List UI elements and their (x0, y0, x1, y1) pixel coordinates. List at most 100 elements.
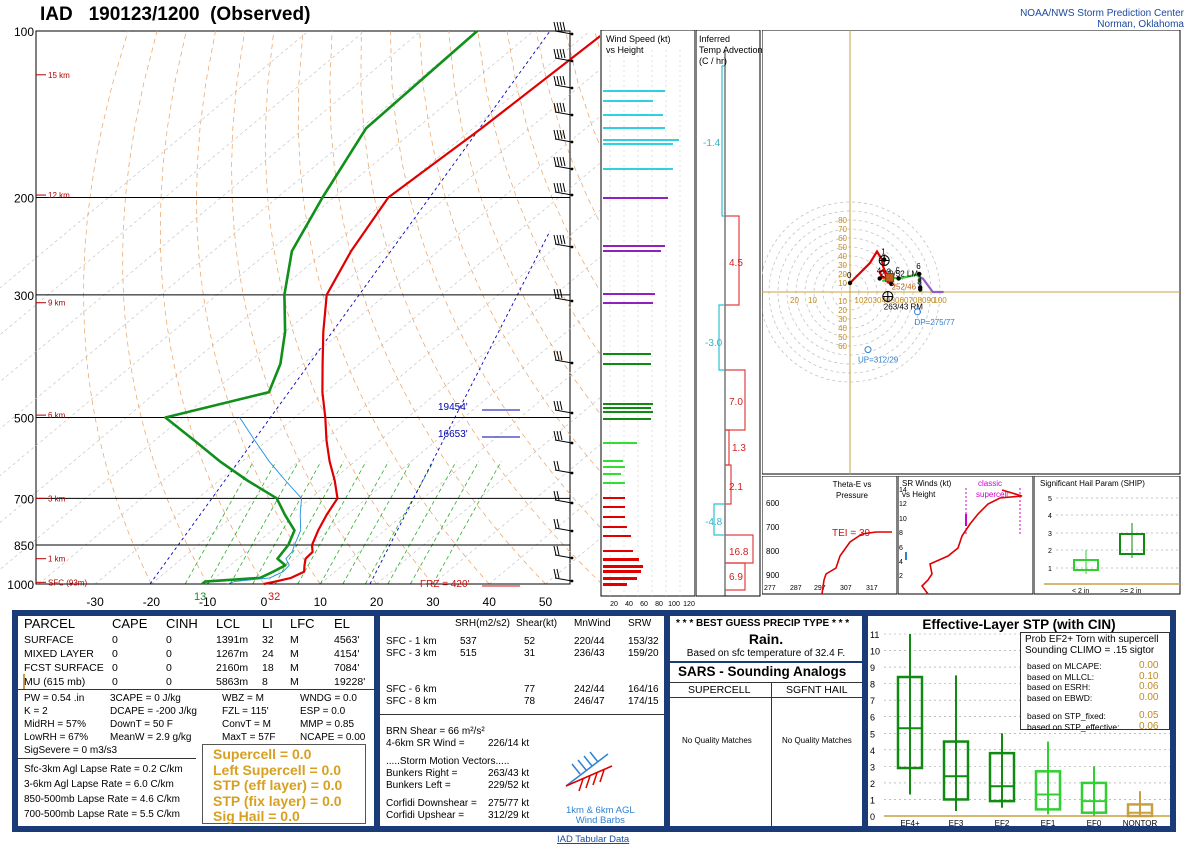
wind-barb-flag (553, 288, 557, 299)
shear-header: Shear(kt) (516, 618, 558, 629)
wind-speed-bar (603, 516, 625, 518)
skewt-labels: 1002003005007008501000-30 -20 -10 0 10 20 30 40… (7, 21, 574, 609)
kinematics-cell: 77 (524, 684, 536, 695)
wind-speed-bar (603, 526, 627, 528)
mixing-ratio-line (410, 461, 480, 585)
sars-col1-body: No Quality Matches (682, 736, 752, 745)
wind-barb-staff (554, 165, 573, 170)
pressure-label: 300 (14, 289, 34, 303)
hodograph-trace-high (919, 276, 944, 294)
ship-y-tick: 3 (1048, 531, 1052, 538)
pressure-label: 700 (14, 492, 34, 506)
stp-y-tick: 10 (870, 647, 880, 657)
index-value: WNDG = 0.0 (300, 693, 357, 704)
index-value: DownT = 50 F (110, 719, 173, 730)
stp-category-label: EF2 (995, 819, 1010, 828)
stp-based-value: 0.00 (1139, 660, 1159, 671)
sr-winds-title-line1: SR Winds (kt) (902, 479, 952, 488)
index-value: MMP = 0.85 (300, 719, 355, 730)
theta-e-x-tick: 287 (790, 585, 802, 592)
advection-value: 2.1 (729, 482, 743, 493)
wind-barb-flag (556, 75, 560, 86)
wind-speed-bar (603, 197, 668, 199)
wind-barb-flag (559, 400, 563, 411)
hodograph-frame (762, 30, 1181, 475)
li-header: LI (262, 616, 273, 631)
sr-wind-value: 226/14 kt (488, 738, 530, 749)
parcel-cell: 4154' (334, 648, 360, 660)
wind-speed-bar (603, 442, 637, 444)
sr-winds-y-tick: 4 (899, 559, 903, 566)
wind-barb-dot (570, 245, 574, 249)
temp-tick-label: 40 (483, 595, 497, 609)
parcel-cell: 18 (262, 662, 274, 674)
wind-barb-flag (562, 48, 566, 59)
tabular-data-link[interactable]: IAD Tabular Data (557, 834, 629, 845)
ship-chart: Significant Hail Param (SHIP) 5 4 3 2 1 < 2 in… (1034, 476, 1181, 595)
temp-advection-title-line2: Temp Advection (699, 45, 763, 55)
sr-winds-y-tick: 14 (899, 487, 907, 494)
composite-param: Sig Hail = 0.0 (213, 808, 300, 825)
index-value: WBZ = M (222, 693, 264, 704)
wind-speed-bar (603, 100, 653, 102)
wind-barb-staff (554, 359, 573, 364)
stp-based-row: based on EBWD: 0.00 (1027, 692, 1163, 704)
hodograph-x-tick-neg: 10 (808, 296, 817, 305)
wind-speed-bar (603, 466, 625, 468)
hodograph-y-tick: 40 (838, 324, 847, 333)
virtual-temp-line (263, 35, 600, 585)
agency-line1: NOAA/NWS Storm Prediction Center (1020, 8, 1184, 19)
theta-e-line (821, 531, 892, 595)
wind-speed-bar (603, 535, 631, 537)
index-value: MeanW = 2.9 g/kg (110, 732, 192, 743)
dry-adiabat (329, 30, 546, 585)
ship-title: Significant Hail Param (SHIP) (1040, 479, 1145, 488)
theta-e-x-tick: 277 (764, 585, 776, 592)
lapse-rate: 700-500mb Lapse Rate = 5.5 C/km (24, 809, 180, 820)
wind-barb-flag (553, 21, 557, 32)
kinematics-row: SFC - 8 km 78 246/47 174/15 (380, 696, 664, 708)
wind-barb-dot (570, 501, 574, 505)
dry-adiabat (506, 30, 600, 292)
parcel-panel: PARCEL CAPE CINH LCL LI LFC EL SURFACE 0 0… (16, 614, 376, 828)
hodograph-height-mark (847, 280, 853, 286)
isotherm-line (0, 30, 534, 476)
wind-barb-staff (554, 409, 573, 414)
parcel-cell: 1391m (216, 634, 249, 646)
wind-barb-flag (559, 156, 563, 167)
lapse-rate: 850-500mb Lapse Rate = 4.6 C/km (24, 794, 180, 805)
precip-sars-panel: * * * BEST GUESS PRECIP TYPE * * * Rain.… (668, 614, 864, 828)
kinematics-cell: 164/16 (628, 684, 659, 695)
stp-category-label: NONTOR (1123, 819, 1158, 828)
wind-barb-dot (570, 471, 574, 475)
wind-speed-bar (603, 245, 665, 247)
parcel-cell: 0 (166, 676, 172, 688)
wind-barb-flag (562, 156, 566, 167)
index-value: PW = 0.54 .in (24, 693, 85, 704)
wind-speed-bar (603, 565, 643, 568)
mixing-ratio-line (207, 461, 277, 585)
sr-winds-y-tick: 6 (899, 545, 903, 552)
theta-e-y-tick: 600 (766, 499, 780, 508)
wind-speed-bar (603, 411, 653, 413)
wind-speed-bar (603, 577, 637, 580)
index-value: NCAPE = 0.00 (300, 732, 366, 743)
theta-e-x-tick: 307 (840, 585, 852, 592)
wind-barb-flag (559, 430, 563, 441)
wind-barb-flag (556, 156, 560, 167)
wind-barb-dot (570, 556, 574, 560)
advection-value: -1.4 (703, 138, 721, 149)
mnwind-header: MnWind (574, 618, 611, 629)
wind-barb-flag (553, 460, 557, 471)
level-label-16653: 16653' (438, 429, 468, 440)
wind-barb-dot (570, 140, 574, 144)
isotherm-line (432, 444, 600, 585)
temp-tick-label: 20 (370, 595, 384, 609)
wind-speed-bar (603, 570, 641, 573)
wind-speed-bar (603, 293, 655, 295)
hodograph-y-tick: 40 (838, 252, 847, 261)
isotherm-line (0, 30, 478, 430)
sfc-temp-label: 32 (268, 591, 280, 603)
index-value: MaxT = 57F (222, 732, 276, 743)
wind-barb-flag (562, 234, 566, 245)
